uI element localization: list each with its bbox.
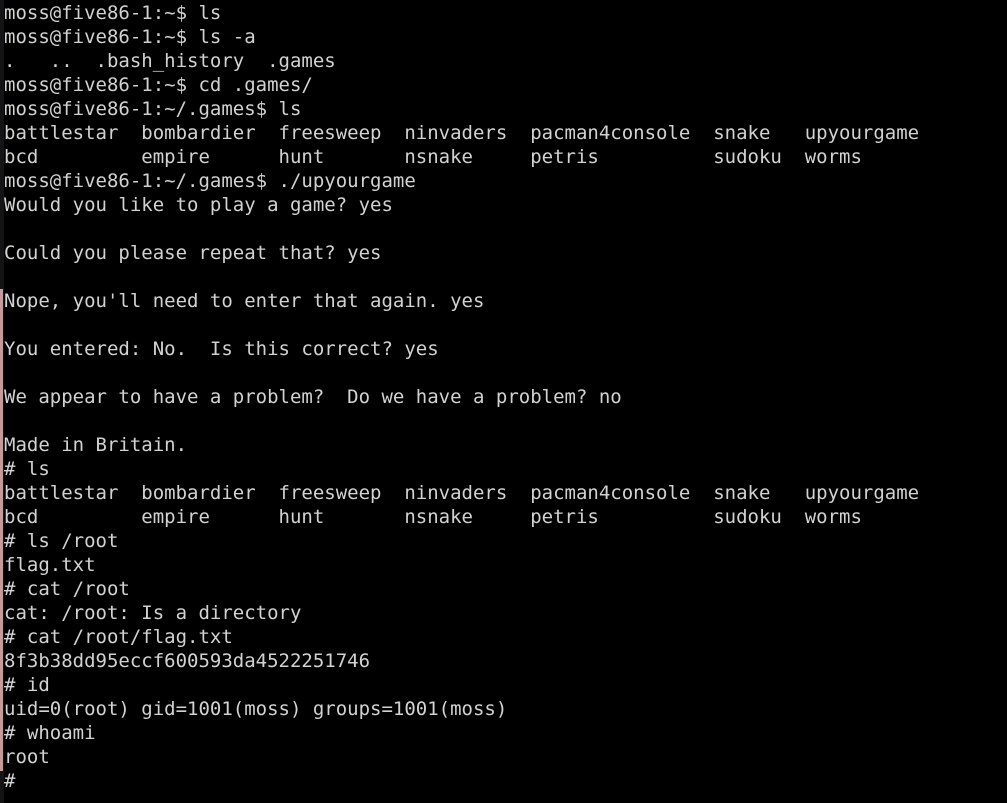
terminal-line: root	[4, 746, 50, 768]
scrollbar-thumb[interactable]	[0, 289, 3, 771]
terminal-line: battlestar bombardier freesweep ninvader…	[4, 482, 920, 504]
terminal-output-area[interactable]: moss@five86-1:~$ ls moss@five86-1:~$ ls -…	[4, 0, 1007, 803]
terminal-line: # cat /root/flag.txt	[4, 626, 233, 648]
terminal-line: battlestar bombardier freesweep ninvader…	[4, 122, 920, 144]
terminal-line: #	[4, 770, 16, 792]
terminal-line: moss@five86-1:~/.games$ ls	[4, 98, 302, 120]
terminal-line: You entered: No. Is this correct? yes	[4, 338, 439, 360]
terminal-line: # whoami	[4, 722, 96, 744]
terminal-line: We appear to have a problem? Do we have …	[4, 386, 622, 408]
terminal-line: moss@five86-1:~/.games$ ./upyourgame	[4, 170, 416, 192]
terminal-line: # ls	[4, 458, 50, 480]
terminal-line: # id	[4, 674, 50, 696]
terminal-line: flag.txt	[4, 554, 96, 576]
terminal-line: . .. .bash_history .games	[4, 50, 336, 72]
terminal-line: 8f3b38dd95eccf600593da4522251746	[4, 650, 371, 672]
terminal-line: uid=0(root) gid=1001(moss) groups=1001(m…	[4, 698, 508, 720]
terminal-line: # cat /root	[4, 578, 130, 600]
terminal-line: bcd empire hunt nsnake petris sudoku wor…	[4, 146, 862, 168]
terminal-line: bcd empire hunt nsnake petris sudoku wor…	[4, 506, 862, 528]
terminal-line: moss@five86-1:~$ cd .games/	[4, 74, 313, 96]
terminal-line: cat: /root: Is a directory	[4, 602, 302, 624]
terminal-line: Nope, you'll need to enter that again. y…	[4, 290, 485, 312]
terminal-line: # ls /root	[4, 530, 119, 552]
terminal-line: moss@five86-1:~$ ls -a	[4, 26, 256, 48]
terminal-line: Would you like to play a game? yes	[4, 194, 393, 216]
terminal-line: Made in Britain.	[4, 434, 188, 456]
terminal-line: moss@five86-1:~$ ls	[4, 2, 222, 24]
terminal-line: Could you please repeat that? yes	[4, 242, 382, 264]
terminal-window[interactable]: moss@five86-1:~$ ls moss@five86-1:~$ ls -…	[0, 0, 1007, 803]
